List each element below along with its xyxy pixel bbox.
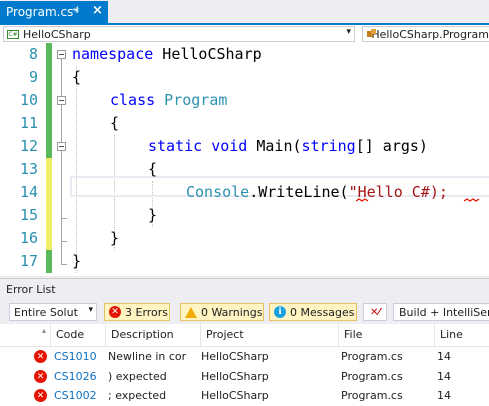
error-file: Program.cs [341,350,403,363]
class-icon [367,29,379,39]
code-line-13: { [148,160,158,178]
error-description: ; expected [108,389,167,402]
code-line-17: } [72,252,82,270]
error-squiggle [356,198,480,202]
change-bar-saved [46,250,52,273]
navigation-bar: C# HelloCSharp ▾ HelloCSharp.Program [0,23,489,43]
error-line: 14 [437,370,451,383]
collapse-class-icon[interactable] [57,96,66,105]
info-icon: i [274,306,286,318]
error-list-title: Error List [0,279,489,300]
line-number: 9 [28,68,38,86]
line-number: 11 [19,114,38,132]
error-row[interactable]: ✕ CS1026 ) expected HelloCSharp Program.… [0,367,489,387]
change-bar-saved [46,66,52,89]
close-icon[interactable]: × [92,3,103,18]
code-line-9: { [72,68,82,86]
collapse-namespace-icon[interactable] [57,50,66,59]
errors-filter-button[interactable]: ✕ 3 Errors [104,303,170,321]
error-code[interactable]: CS1010 [54,347,104,367]
warnings-filter-label: 0 Warnings [201,305,263,319]
error-icon: ✕ [34,389,47,402]
change-bar-saved [46,43,52,66]
code-line-15: } [148,206,158,224]
document-tab-strip: Program.cs* ⊣ × [0,0,489,23]
chevron-down-icon: ▾ [346,27,351,37]
error-row[interactable]: ✕ CS1010 Newline in cor HelloCSharp Prog… [0,347,489,367]
collapse-method-icon[interactable] [57,142,66,151]
outline-end [61,264,67,265]
build-filter-dropdown[interactable]: Build + IntelliSense [393,303,489,321]
error-icon: ✕ [34,370,47,383]
outline-end [61,241,67,242]
column-header-code[interactable]: Code [50,324,105,346]
warnings-filter-button[interactable]: 0 Warnings [180,303,264,321]
code-line-12: static void Main(string[] args) [148,137,428,155]
scope-dropdown-label: Entire Solut [14,305,78,319]
sort-icon: ▴ [42,326,47,335]
error-project: HelloCSharp [201,350,269,363]
filter-button[interactable]: ✕⁄ [363,303,387,321]
indent-guide [76,66,77,273]
outline-end [61,218,67,219]
line-number: 17 [19,252,38,270]
project-dropdown[interactable]: C# HelloCSharp ▾ [3,26,355,42]
error-description: ) expected [108,370,167,383]
class-dropdown[interactable]: HelloCSharp.Program [362,26,489,42]
pin-icon[interactable]: ⊣ [70,5,79,16]
change-bar-unsaved [46,227,52,250]
csharp-project-icon: C# [7,29,19,39]
line-number: 8 [28,45,38,63]
messages-filter-label: 0 Messages [290,305,355,319]
column-header-project[interactable]: Project [200,324,338,346]
error-list-panel: Error List Entire Solut ▾ ✕ 3 Errors 0 W… [0,278,489,406]
line-number: 12 [19,137,38,155]
code-line-11: { [110,114,120,132]
line-number: 10 [19,91,38,109]
error-line: 14 [437,350,451,363]
line-number: 14 [19,183,38,201]
error-line: 14 [437,389,451,402]
error-description: Newline in cor [108,350,187,363]
error-file: Program.cs [341,389,403,402]
error-code[interactable]: CS1026 [54,367,104,387]
change-bar-unsaved [46,204,52,227]
error-row[interactable]: ✕ CS1002 ; expected HelloCSharp Program.… [0,386,489,406]
column-header-line[interactable]: Line [434,324,489,346]
scope-dropdown[interactable]: Entire Solut ▾ [9,303,97,321]
tab-program-cs[interactable]: Program.cs* ⊣ × [0,1,108,23]
code-line-10: class Program [110,91,228,109]
error-file: Program.cs [341,370,403,383]
error-icon: ✕ [109,306,121,318]
error-code[interactable]: CS1002 [54,386,104,406]
chevron-down-icon: ▾ [88,305,93,315]
warning-icon [185,306,197,318]
error-icon: ✕ [34,350,47,363]
code-line-16: } [110,229,120,247]
error-project: HelloCSharp [201,389,269,402]
messages-filter-button[interactable]: i 0 Messages [269,303,357,321]
project-dropdown-label: HelloCSharp [23,27,91,41]
change-bar-saved [46,112,52,135]
error-list-header: ▴ Code Description Project File Line [0,324,489,347]
code-line-8: namespace HelloCSharp [72,45,262,63]
column-header-file[interactable]: File [338,324,434,346]
column-header-description[interactable]: Description [105,324,200,346]
tab-title: Program.cs* [6,5,80,19]
change-bar-unsaved [46,158,52,181]
error-list-toolbar: Entire Solut ▾ ✕ 3 Errors 0 Warnings i 0… [0,300,489,324]
change-bar-unsaved [46,181,52,204]
code-editor[interactable]: 8 9 10 11 12 13 14 15 16 17 namespace He… [0,43,489,276]
class-dropdown-label: HelloCSharp.Program [371,27,489,41]
error-project: HelloCSharp [201,370,269,383]
change-bar-saved [46,89,52,112]
line-number: 16 [19,229,38,247]
change-bar-saved [46,135,52,158]
line-number: 13 [19,160,38,178]
outline-line [61,59,62,264]
filter-icon: ✕⁄ [369,306,381,318]
errors-filter-label: 3 Errors [125,305,169,319]
build-filter-label: Build + IntelliSense [399,305,489,319]
line-number: 15 [19,206,38,224]
